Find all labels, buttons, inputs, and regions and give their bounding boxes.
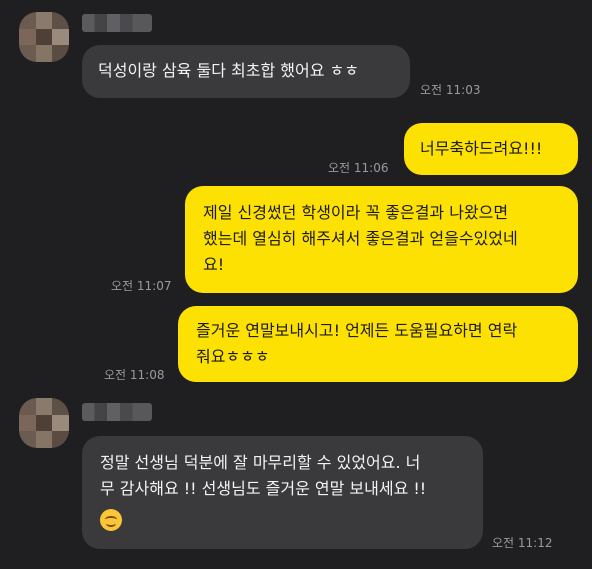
message-bubble-incoming[interactable]: 덕성이랑 삼육 둘다 최초합 했어요 ㅎㅎ [82, 45, 410, 98]
smiling-face-icon [100, 508, 122, 531]
message-text: 너무축하드려요!!! [420, 139, 543, 158]
message-time: 오전 11:07 [111, 279, 172, 293]
message-line: 요! [203, 255, 225, 274]
sender-name [82, 403, 152, 421]
message-bubble-outgoing[interactable]: 즐거운 연말보내시고! 언제든 도움필요하면 연락 줘요ㅎㅎㅎ [178, 306, 578, 382]
message-line: 했는데 열심히 해주셔서 좋은결과 얻을수있었네 [203, 229, 518, 248]
avatar[interactable] [19, 12, 69, 62]
message-time: 오전 11:06 [328, 161, 389, 175]
message-line: 줘요ㅎㅎㅎ [196, 347, 270, 366]
message-bubble-outgoing[interactable]: 너무축하드려요!!! [404, 123, 578, 175]
message-line: 정말 선생님 덕분에 잘 마무리할 수 있었어요. 너 [100, 453, 421, 472]
message-bubble-outgoing[interactable]: 제일 신경썼던 학생이라 꼭 좋은결과 나왔으면 했는데 열심히 해주셔서 좋은… [185, 186, 578, 293]
message-line: 즐거운 연말보내시고! 언제든 도움필요하면 연락 [196, 321, 518, 340]
message-bubble-incoming[interactable]: 정말 선생님 덕분에 잘 마무리할 수 있었어요. 너 무 감사해요 !! 선생… [82, 436, 483, 549]
message-time: 오전 11:03 [420, 83, 481, 97]
avatar[interactable] [19, 398, 69, 448]
message-time: 오전 11:08 [104, 368, 165, 382]
message-time: 오전 11:12 [492, 536, 553, 550]
message-line: 제일 신경썼던 학생이라 꼭 좋은결과 나왔으면 [203, 203, 509, 222]
sender-name [82, 14, 152, 32]
message-line: 무 감사해요 !! 선생님도 즐거운 연말 보내세요 !! [100, 479, 427, 498]
message-text: 덕성이랑 삼육 둘다 최초합 했어요 ㅎㅎ [98, 61, 359, 80]
